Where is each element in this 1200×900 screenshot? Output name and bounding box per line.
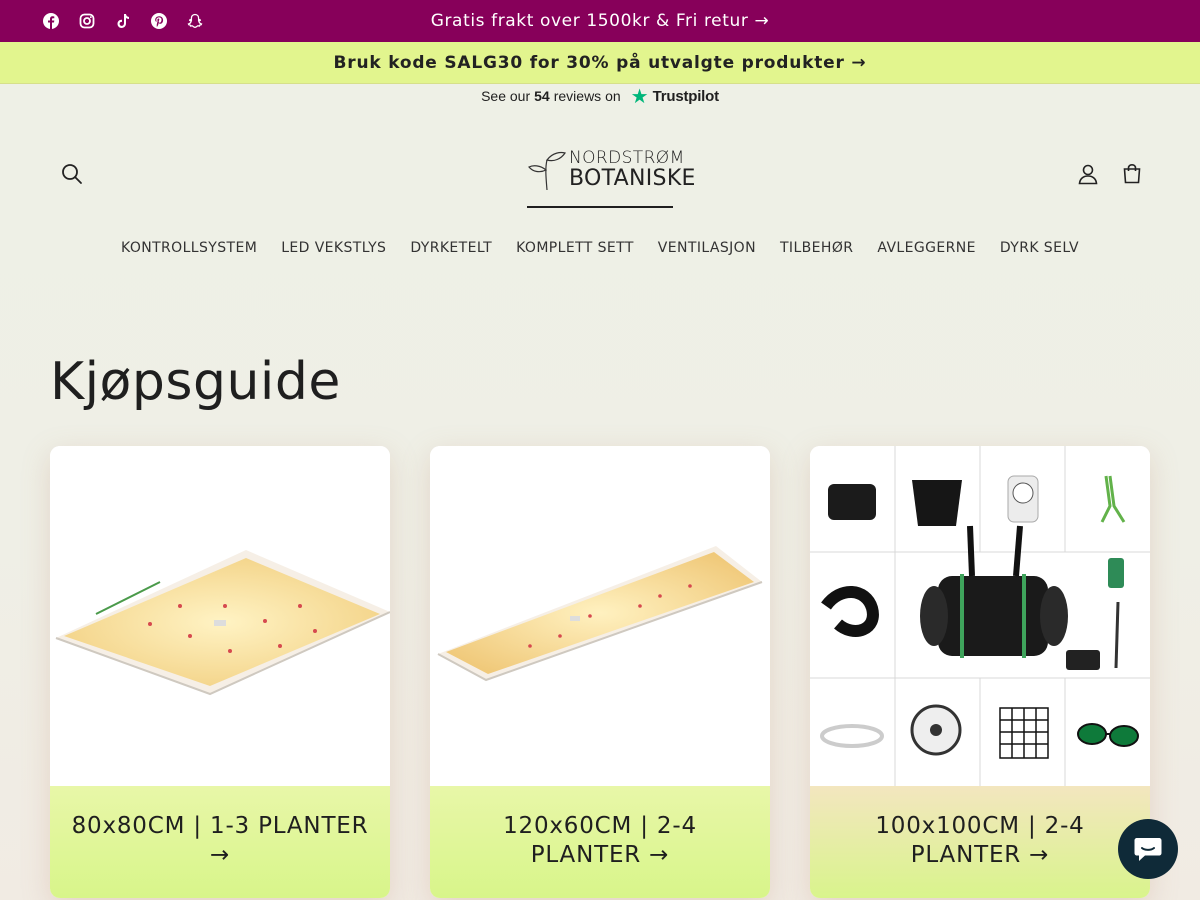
card-label-area: 80x80CM | 1-3 PLANTER → [50,786,390,898]
nav-item-komplett-sett[interactable]: KOMPLETT SETT [516,240,634,264]
nav-item-dyrk-selv[interactable]: DYRK SELV [1000,240,1079,264]
chat-button[interactable] [1118,819,1178,879]
promo-bar: Bruk kode SALG30 for 30% på utvalgte pro… [0,42,1200,84]
search-icon[interactable] [56,158,88,190]
trustpilot-suffix: reviews on [553,88,621,104]
free-shipping-message[interactable]: Gratis frakt over 1500kr & Fri retur → [431,11,770,31]
promo-message[interactable]: Bruk kode SALG30 for 30% på utvalgte pro… [334,53,867,73]
product-card-120x60[interactable]: 120x60CM | 2-4 PLANTER → [430,446,770,898]
accessories-grid-image [810,446,1150,786]
announcement-bar: Gratis frakt over 1500kr & Fri retur → [0,0,1200,42]
tiktok-icon[interactable] [112,10,134,32]
card-label[interactable]: 120x60CM | 2-4 PLANTER → [450,812,750,898]
snapchat-icon[interactable] [184,10,206,32]
nav-item-led-vekstlys[interactable]: LED VEKSTLYS [281,240,386,264]
nav-item-ventilasjon[interactable]: VENTILASJON [658,240,756,264]
main-navigation: KONTROLLSYSTEM LED VEKSTLYS DYRKETELT KO… [0,240,1200,264]
trustpilot-star-icon: ★ [630,85,649,108]
social-links [40,0,206,42]
led-panel-image [50,446,390,786]
card-label[interactable]: 100x100CM | 2-4 PLANTER → [830,812,1130,898]
logo-line-1: NORDSTRØM [569,148,685,168]
account-icon[interactable] [1072,158,1104,190]
page-title: Kjøpsguide [50,352,341,412]
card-label[interactable]: 80x80CM | 1-3 PLANTER → [70,812,370,898]
trustpilot-count: 54 [534,88,550,104]
leaf-logo-icon [528,151,566,191]
nav-item-tilbehor[interactable]: TILBEHØR [780,240,853,264]
logo-line-2: BOTANISKE [569,166,696,191]
site-logo[interactable]: NORDSTRØM BOTANISKE [527,146,695,208]
chat-bubble-icon [1134,838,1162,861]
nav-item-kontrollsystem[interactable]: KONTROLLSYSTEM [121,240,257,264]
trustpilot-brand: Trustpilot [652,87,720,105]
trustpilot-widget[interactable]: See our 54 reviews on ★ Trustpilot [0,84,1200,108]
pinterest-icon[interactable] [148,10,170,32]
product-card-80x80[interactable]: 80x80CM | 1-3 PLANTER → [50,446,390,898]
led-panel-image [430,446,770,786]
site-header: NORDSTRØM BOTANISKE [0,130,1200,220]
card-label-area: 120x60CM | 2-4 PLANTER → [430,786,770,898]
card-label-area: 100x100CM | 2-4 PLANTER → [810,786,1150,898]
cart-icon[interactable] [1116,158,1148,190]
product-card-100x100[interactable]: 100x100CM | 2-4 PLANTER → [810,446,1150,898]
instagram-icon[interactable] [76,10,98,32]
nav-item-dyrketelt[interactable]: DYRKETELT [410,240,492,264]
facebook-icon[interactable] [40,10,62,32]
nav-item-avleggerne[interactable]: AVLEGGERNE [877,240,976,264]
trustpilot-prefix: See our [481,88,531,104]
